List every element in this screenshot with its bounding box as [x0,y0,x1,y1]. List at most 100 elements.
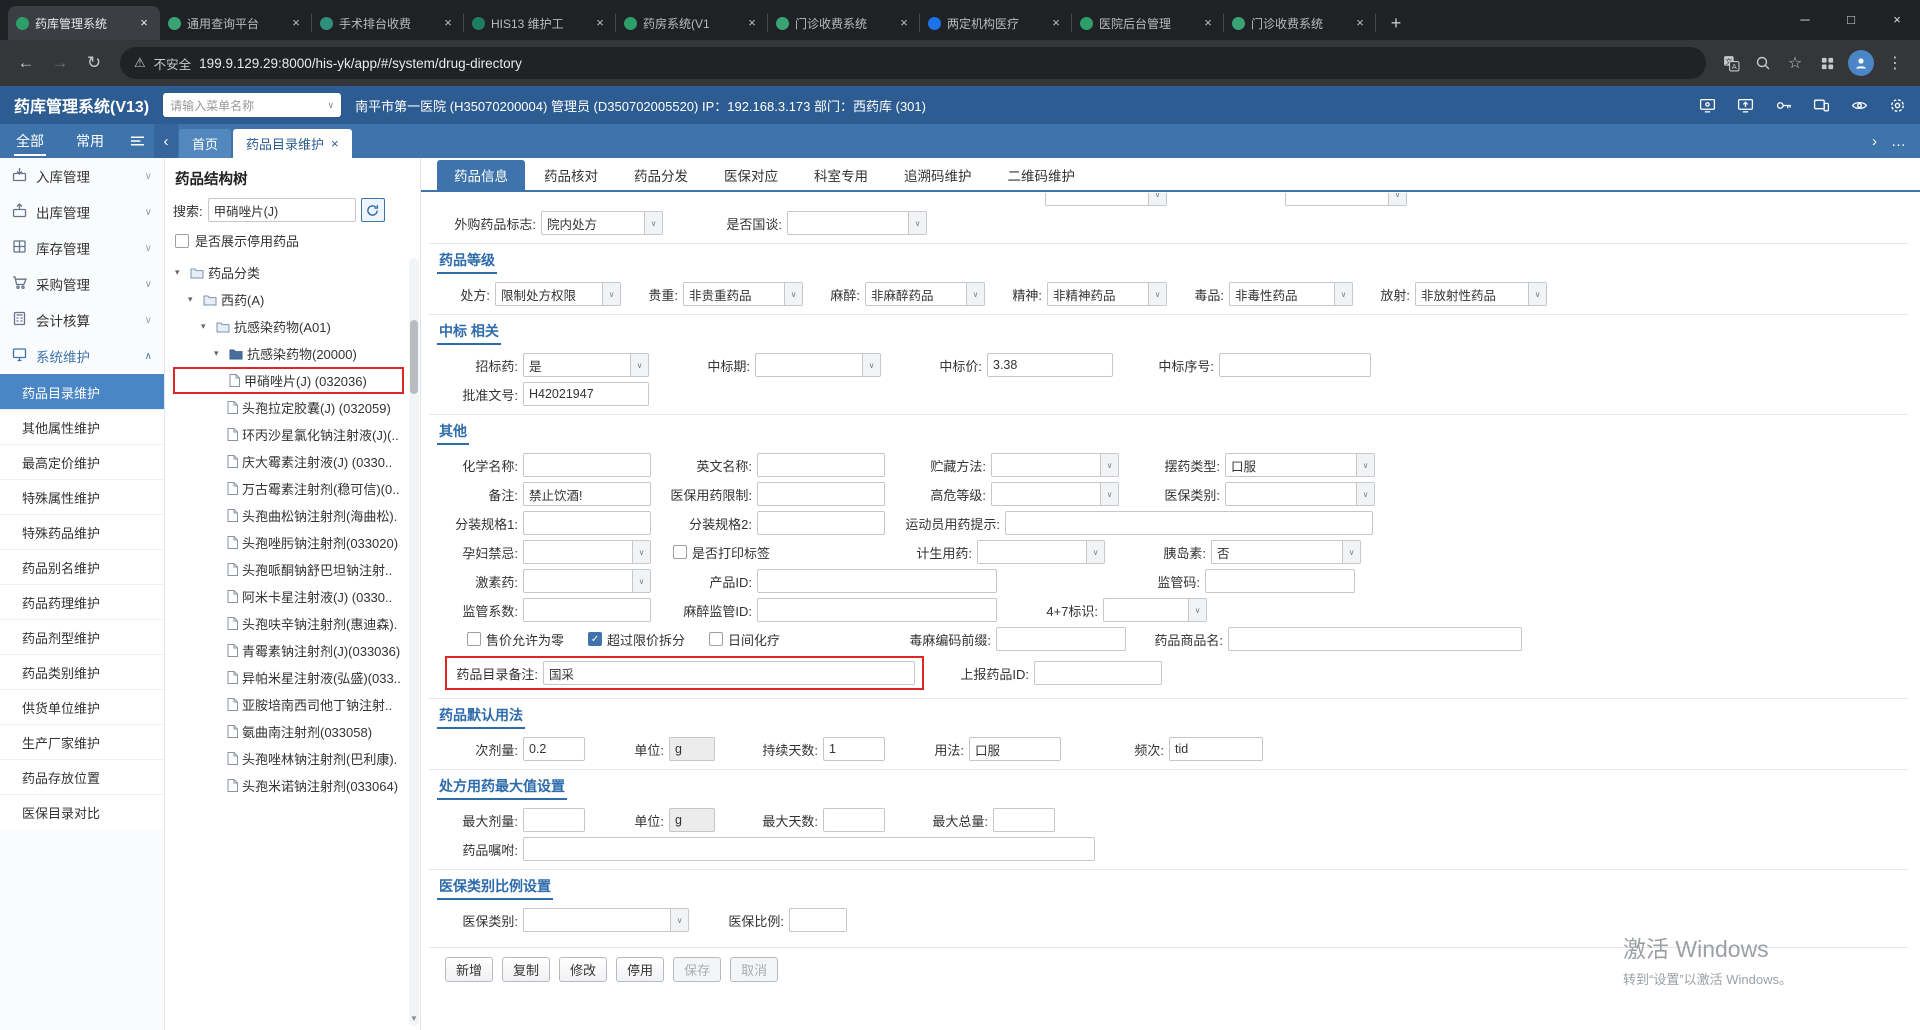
tree-expander-icon[interactable]: ▾ [175,267,186,278]
text-input[interactable]: 口服 [969,737,1061,761]
select-field[interactable]: 非精神药品 ∨ [1047,282,1167,306]
text-input[interactable] [757,453,885,477]
sidebar-subitem[interactable]: 生产厂家维护 [0,724,164,759]
tree-node[interactable]: 环丙沙星氯化钠注射液(J)(.. [173,421,420,448]
tree-node[interactable]: ▾ 西药(A) [173,286,420,313]
sidebar-subitem[interactable]: 其他属性维护 [0,409,164,444]
select-field[interactable]: 非麻醉药品 ∨ [865,282,985,306]
text-input[interactable] [1228,627,1523,651]
select-field[interactable]: ∨ [991,482,1119,506]
tab-close-icon[interactable]: × [136,15,152,31]
browser-tab[interactable]: 药库管理系统 × [8,6,160,40]
select-field[interactable]: 是 ∨ [523,353,649,377]
select-field[interactable]: ∨ [977,540,1105,564]
extensions-icon[interactable] [1812,48,1842,78]
modify-button[interactable]: 修改 [559,957,608,982]
checkbox-unchecked[interactable] [467,632,481,646]
text-input[interactable]: g [669,808,715,832]
text-input[interactable] [523,598,651,622]
add-button[interactable]: 新增 [445,957,494,982]
browser-tab[interactable]: 医院后台管理 × [1072,6,1224,40]
text-input[interactable] [757,511,885,535]
menu-collapse-icon[interactable] [120,124,154,158]
select-field[interactable]: 口服 ∨ [1225,453,1375,477]
sidebar-item[interactable]: 系统维护 ∧ [0,338,164,374]
settings-gear-icon[interactable] [1888,96,1906,114]
copy-button[interactable]: 复制 [502,957,551,982]
device-icon[interactable] [1812,96,1830,114]
menu-search-combobox[interactable]: 请输入菜单名称 ∨ [163,93,342,117]
new-tab-button[interactable]: + [1382,9,1410,37]
text-input[interactable] [993,808,1055,832]
text-input[interactable] [757,569,997,593]
sidebar-subitem[interactable]: 药品目录维护 [0,374,164,409]
screen-broadcast-icon[interactable] [1698,96,1716,114]
detail-tab[interactable]: 二维码维护 [991,160,1093,190]
filter-common-tab[interactable]: 常用 [60,124,120,158]
tree-node[interactable]: 阿米卡星注射液(J) (0330.. [173,583,420,610]
disable-button[interactable]: 停用 [616,957,665,982]
tree-node[interactable]: 氨曲南注射剂(033058) [173,718,420,745]
tree-scrollbar-thumb[interactable] [410,320,418,394]
text-input[interactable]: tid [1169,737,1263,761]
text-input[interactable]: H42021947 [523,382,649,406]
detail-tab[interactable]: 科室专用 [797,160,885,190]
tree-node[interactable]: 亚胺培南西司他丁钠注射.. [173,691,420,718]
bookmark-star-icon[interactable]: ☆ [1780,48,1810,78]
page-tab-close-icon[interactable]: × [331,136,339,151]
profile-avatar[interactable] [1848,50,1874,76]
show-disabled-checkbox[interactable] [175,233,189,248]
sidebar-subitem[interactable]: 药品药理维护 [0,584,164,619]
text-input[interactable] [996,627,1127,651]
tree-node[interactable]: 万古霉素注射剂(稳可信)(0.. [173,475,420,502]
monitor-share-icon[interactable] [1736,96,1754,114]
browser-tab[interactable]: HIS13 维护工 × [464,6,616,40]
text-input[interactable]: 国采 [543,661,915,685]
minimize-icon[interactable]: ─ [1782,0,1828,38]
text-input[interactable] [789,908,847,932]
sidebar-item[interactable]: 出库管理 ∨ [0,194,164,230]
tree-node[interactable]: 头孢呋辛钠注射剂(惠迪森). [173,610,420,637]
select-field[interactable]: 非放射性药品 ∨ [1415,282,1547,306]
tab-close-icon[interactable]: × [592,15,608,31]
page-tab[interactable]: 首页 [179,129,232,158]
tree-search-input[interactable] [207,198,356,222]
text-input[interactable]: 禁止饮酒! [523,482,651,506]
text-input[interactable]: g [669,737,715,761]
tab-close-icon[interactable]: × [744,15,760,31]
tree-node[interactable]: 头孢哌酮钠舒巴坦钠注射.. [173,556,420,583]
sidebar-item[interactable]: 会计核算 ∨ [0,302,164,338]
text-input[interactable] [823,808,885,832]
detail-tab[interactable]: 药品分发 [617,160,705,190]
tabs-scroll-left-icon[interactable]: ‹ [154,124,178,158]
select-field[interactable]: ∨ [755,353,881,377]
select-field[interactable]: ∨ [523,908,689,932]
tabs-scroll-right-icon[interactable]: › [1872,133,1877,150]
browser-tab[interactable]: 门诊收费系统 × [768,6,920,40]
checkbox-checked[interactable]: ✓ [588,632,603,646]
sidebar-subitem[interactable]: 最高定价维护 [0,444,164,479]
tree-node[interactable]: 头孢曲松钠注射剂(海曲松). [173,502,420,529]
select-field[interactable]: 院内处方 ∨ [541,211,663,235]
save-button[interactable]: 保存 [673,957,722,982]
select-field[interactable]: ∨ [991,453,1119,477]
text-input[interactable] [523,453,651,477]
browser-menu-icon[interactable]: ⋮ [1880,48,1910,78]
detail-tab[interactable]: 药品信息 [437,160,525,190]
browser-tab[interactable]: 门诊收费系统 × [1224,6,1376,40]
text-input[interactable] [523,837,1095,861]
tree-node[interactable]: 头孢米诺钠注射剂(033064) [173,772,420,799]
select-field[interactable]: 否 ∨ [1211,540,1361,564]
browser-tab[interactable]: 两定机构医疗 × [920,6,1072,40]
browser-tab[interactable]: 通用查询平台 × [160,6,312,40]
text-input[interactable] [523,808,585,832]
select-field[interactable]: ∨ [1285,193,1407,206]
forward-icon[interactable]: → [44,47,76,79]
select-field[interactable]: ∨ [1225,482,1375,506]
tree-scrollbar[interactable]: ▼ [409,258,419,1026]
tree-expander-icon[interactable]: ▾ [188,294,199,305]
select-field[interactable]: ∨ [787,211,927,235]
sidebar-item[interactable]: 库存管理 ∨ [0,230,164,266]
key-icon[interactable] [1774,96,1792,114]
tab-close-icon[interactable]: × [1352,15,1368,31]
